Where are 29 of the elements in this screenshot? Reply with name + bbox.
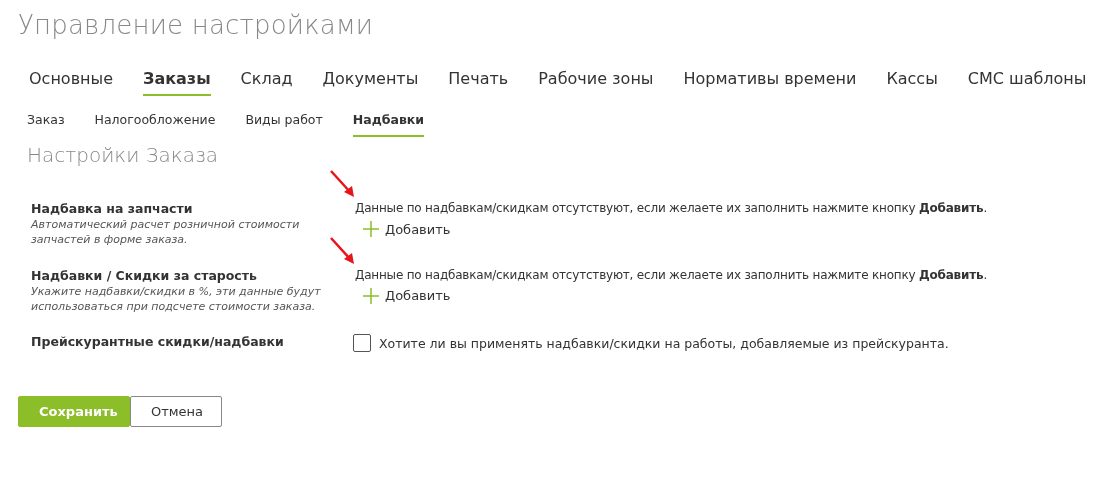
tab[interactable]: Печать [433, 65, 524, 96]
section-title: Настройки Заказа [27, 143, 219, 167]
tab[interactable]: Кассы [871, 65, 953, 96]
tab[interactable]: Рабочие зоны [523, 65, 669, 96]
empty-data-message: Данные по надбавкам/скидкам отсутствуют, если желаете их заполнить нажмите кнопку Добавить. [355, 201, 987, 215]
setting-label: Прейскурантные скидки/надбавки [31, 334, 285, 350]
add-button[interactable]: Добавить [363, 221, 451, 237]
setting-label: Надбавки / Скидки за старость [31, 267, 258, 283]
tab[interactable]: Основные [14, 65, 128, 96]
checkbox-label: Хотите ли вы применять надбавки/скидки на работы, добавляемые из прейскуранта. [379, 335, 949, 351]
tab[interactable]: Заказы [128, 65, 226, 96]
tab[interactable]: Склад [225, 65, 308, 96]
tab[interactable]: СМС шаблоны [952, 65, 1099, 96]
plus-icon [363, 287, 379, 304]
tab[interactable]: Документы [307, 65, 434, 96]
subtab[interactable]: Заказ [12, 106, 80, 137]
setting-label: Надбавка на запчасти [31, 201, 194, 216]
checkbox[interactable] [353, 334, 371, 353]
subtab[interactable]: Надбавки [337, 106, 440, 137]
setting-description: Укажите надбавки/скидки в %, эти данные будут использоваться при подсчете стоимости заказа. [31, 284, 322, 315]
subtab[interactable]: Виды работ [230, 106, 338, 137]
add-button[interactable]: Добавить [363, 287, 451, 304]
page-title: Управление настройками [18, 10, 375, 40]
subtab[interactable]: Налогообложение [79, 106, 231, 137]
empty-data-message: Данные по надбавкам/скидкам отсутствуют, если желаете их заполнить нажмите кнопку Добавить. [355, 267, 987, 282]
plus-icon [363, 221, 379, 237]
tab[interactable]: Нормативы времени [668, 65, 872, 96]
setting-description: Автоматический расчет розничной стоимости запчастей в форме заказа. [31, 218, 301, 248]
cancel-button[interactable]: Отмена [130, 396, 222, 428]
